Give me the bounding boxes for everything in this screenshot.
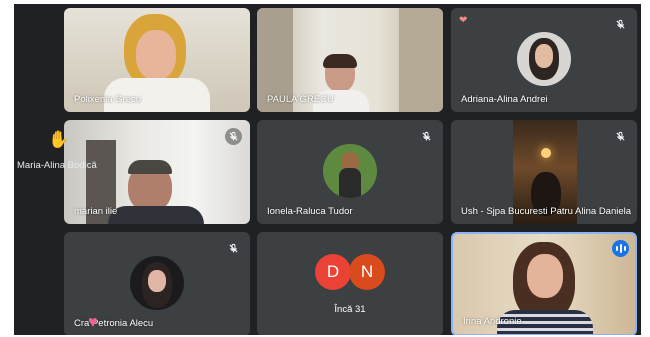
avatar-letter: N	[349, 254, 385, 290]
mic-off-icon	[612, 128, 629, 145]
participant-name: marian ilie	[74, 206, 118, 217]
avatar	[517, 32, 571, 86]
avatar	[130, 256, 184, 310]
participant-name: Polixenia Grecu	[74, 94, 142, 105]
participant-tile-paula[interactable]: PAULA GRECU	[257, 8, 443, 112]
more-participants-label: Încă 31	[334, 304, 366, 315]
mic-off-icon	[418, 128, 435, 145]
more-participants-tile[interactable]: D N Încă 31	[257, 232, 443, 335]
heart-reaction-icon: ♥	[88, 314, 98, 331]
heart-reaction-icon: ❤	[459, 15, 468, 26]
participant-tile-ush[interactable]: Ush - Sjpa Bucuresti Patru Alina Daniela	[451, 120, 637, 224]
participant-name: PAULA GRECU	[267, 94, 334, 105]
participant-tile-irina-active-speaker[interactable]: Irina Andronie	[451, 232, 637, 335]
participant-tile-polixenia[interactable]: Polixenia Grecu	[64, 8, 250, 112]
participant-name: Cra Petronia Alecu	[74, 318, 154, 329]
participant-name: Ionela-Raluca Tudor	[267, 206, 353, 217]
mic-off-icon	[612, 16, 629, 33]
participant-tile-marian[interactable]: marian ilie	[64, 120, 250, 224]
avatar	[323, 144, 377, 198]
raised-hand-icon: ✋	[48, 130, 70, 149]
mic-off-icon	[225, 240, 242, 257]
speaking-indicator-icon	[612, 240, 629, 257]
mic-off-icon	[225, 128, 242, 145]
participant-name: Adriana-Alina Andrei	[461, 94, 548, 105]
floating-participant-name: Maria-Alina Bodică	[17, 160, 97, 171]
participant-name: Ush - Sjpa Bucuresti Patru Alina Daniela	[461, 206, 632, 217]
participant-tile-adriana[interactable]: ❤ Adriana-Alina Andrei	[451, 8, 637, 112]
meeting-grid: Polixenia Grecu PAULA GRECU ❤ Adriana-Al…	[14, 4, 641, 335]
participant-tile-ionela[interactable]: Ionela-Raluca Tudor	[257, 120, 443, 224]
participant-name: Irina Andronie	[463, 316, 522, 327]
avatar-letter: D	[315, 254, 351, 290]
